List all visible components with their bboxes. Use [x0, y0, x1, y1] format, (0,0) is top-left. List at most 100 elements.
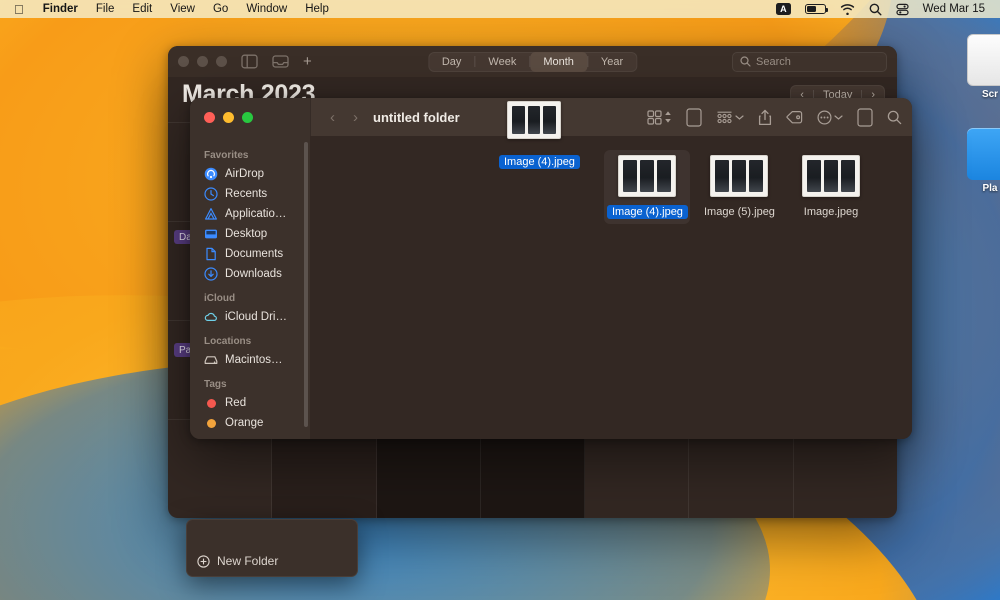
file-item-image-5[interactable]: Image (5).jpeg — [696, 150, 782, 224]
file-thumbnail — [710, 155, 768, 197]
close-button[interactable] — [178, 56, 189, 67]
desktop-icon — [204, 227, 218, 241]
menu-item-go[interactable]: Go — [204, 3, 237, 15]
window-traffic-lights[interactable] — [204, 111, 253, 123]
finder-body: Favorites AirDrop Recents Applicatio… De… — [190, 136, 912, 439]
sidebar-item-label: AirDrop — [225, 168, 264, 180]
minimize-button[interactable] — [197, 56, 208, 67]
document-icon — [204, 247, 218, 261]
menu-item-help[interactable]: Help — [296, 3, 338, 15]
window-traffic-lights[interactable] — [178, 56, 227, 67]
calendar-view-mode-segmented-control[interactable]: Day Week Month Year — [427, 51, 638, 72]
sidebar-section-locations: Locations — [204, 336, 252, 347]
sidebar-item-label: Red — [225, 397, 247, 409]
menu-bar:  Finder File Edit View Go Window Help A… — [0, 0, 1000, 18]
finder-toolbar-actions — [647, 107, 902, 127]
view-mode-week[interactable]: Week — [475, 52, 529, 72]
sidebar-item-label: Applicatio… — [225, 208, 287, 220]
add-event-icon[interactable]: + — [303, 54, 312, 69]
sidebar-item-icloud-drive[interactable]: iCloud Dri… — [190, 307, 310, 327]
inbox-icon[interactable] — [272, 54, 289, 69]
maximize-button[interactable] — [216, 56, 227, 67]
file-item-image-4[interactable]: Image (4).jpeg — [604, 150, 690, 224]
tag-dot-red-icon — [204, 396, 218, 410]
new-folder-context-menu[interactable]: New Folder — [186, 519, 358, 577]
blank-square-icon-2[interactable] — [857, 107, 873, 127]
menu-item-edit[interactable]: Edit — [123, 3, 161, 15]
plus-circle-icon — [197, 554, 210, 568]
search-icon[interactable] — [887, 110, 902, 125]
finder-toolbar: ‹ › untitled folder — [310, 98, 912, 136]
search-icon — [740, 56, 751, 67]
view-grid-icon[interactable] — [647, 109, 672, 125]
sidebar-item-desktop[interactable]: Desktop — [190, 224, 310, 244]
downloads-icon — [204, 267, 218, 281]
calendar-search-field[interactable]: Search — [732, 51, 887, 72]
group-by-icon[interactable] — [716, 110, 744, 125]
stepper-chevrons-icon — [665, 111, 671, 123]
clock-icon — [204, 187, 218, 201]
input-source-indicator[interactable]: A — [769, 2, 798, 16]
finder-window-title: untitled folder — [373, 109, 460, 125]
desktop-icon-label: Scr — [981, 89, 999, 100]
calendar-titlebar[interactable]: + Day Week Month Year Search — [168, 46, 897, 77]
desktop-icon-screenshot[interactable]: Scr — [958, 34, 1000, 100]
finder-sidebar[interactable]: Favorites AirDrop Recents Applicatio… De… — [190, 136, 310, 439]
menu-item-new-folder[interactable]: New Folder — [197, 554, 278, 568]
sidebar-section-icloud: iCloud — [204, 293, 236, 304]
sidebar-item-macintosh-hd[interactable]: Macintos… — [190, 350, 310, 370]
wifi-icon[interactable] — [833, 3, 862, 15]
blank-square-icon[interactable] — [686, 107, 702, 127]
sidebar-item-label: iCloud Dri… — [225, 311, 287, 323]
view-mode-day[interactable]: Day — [429, 52, 475, 72]
close-button[interactable] — [204, 111, 215, 123]
menu-item-finder[interactable]: Finder — [34, 3, 87, 15]
sidebar-scrollbar[interactable] — [304, 142, 308, 427]
menubar-clock[interactable]: Wed Mar 15 — [916, 3, 992, 15]
back-button[interactable]: ‹ — [321, 110, 344, 125]
file-name-label[interactable]: Image (5).jpeg — [699, 205, 780, 219]
control-center-icon[interactable] — [889, 3, 916, 16]
drag-file-name-label: Image (4).jpeg — [499, 155, 580, 169]
forward-button[interactable]: › — [344, 110, 367, 125]
apple-logo-icon[interactable]:  — [14, 3, 24, 16]
desktop-icon-player[interactable]: Pla — [958, 128, 1000, 194]
menu-item-file[interactable]: File — [87, 3, 124, 15]
sidebar-section-favorites: Favorites — [204, 150, 249, 161]
sidebar-item-label: Recents — [225, 188, 268, 200]
drag-ghost-label: Image (4).jpeg — [499, 152, 580, 170]
maximize-button[interactable] — [242, 111, 253, 123]
file-thumbnail — [618, 155, 676, 197]
chevron-down-icon-2 — [834, 114, 843, 120]
harddisk-icon — [204, 353, 218, 367]
sidebar-item-label: Orange — [225, 417, 264, 429]
spotlight-search-icon[interactable] — [862, 3, 889, 16]
sidebar-item-applications[interactable]: Applicatio… — [190, 204, 310, 224]
screenshot-file-icon — [967, 34, 1000, 86]
file-name-label[interactable]: Image.jpeg — [799, 205, 863, 219]
finder-window[interactable]: ‹ › untitled folder Favorites AirDrop Re… — [190, 98, 912, 439]
menu-item-view[interactable]: View — [161, 3, 204, 15]
share-icon[interactable] — [758, 109, 772, 126]
view-mode-month[interactable]: Month — [530, 51, 587, 72]
drag-ghost-thumbnail — [499, 101, 569, 144]
more-ellipsis-icon[interactable] — [817, 109, 843, 125]
finder-file-area[interactable]: Image (4).jpeg Image (5).jpeg Image.jpeg — [310, 136, 912, 439]
sidebar-item-documents[interactable]: Documents — [190, 244, 310, 264]
file-item-image[interactable]: Image.jpeg — [788, 150, 874, 224]
minimize-button[interactable] — [223, 111, 234, 123]
sidebar-item-tag-orange[interactable]: Orange — [190, 413, 310, 433]
applications-icon — [204, 207, 218, 221]
sidebar-item-airdrop[interactable]: AirDrop — [190, 164, 310, 184]
view-mode-year[interactable]: Year — [588, 52, 636, 72]
sidebar-item-tag-red[interactable]: Red — [190, 393, 310, 413]
menu-item-window[interactable]: Window — [237, 3, 296, 15]
sidebar-item-recents[interactable]: Recents — [190, 184, 310, 204]
file-name-label[interactable]: Image (4).jpeg — [607, 205, 688, 219]
sidebar-item-downloads[interactable]: Downloads — [190, 264, 310, 284]
calendar-search-placeholder: Search — [756, 55, 791, 68]
battery-icon[interactable] — [798, 4, 833, 14]
tag-icon[interactable] — [786, 110, 803, 125]
sidebar-toggle-icon[interactable] — [241, 54, 258, 69]
chevron-down-icon — [735, 114, 744, 120]
